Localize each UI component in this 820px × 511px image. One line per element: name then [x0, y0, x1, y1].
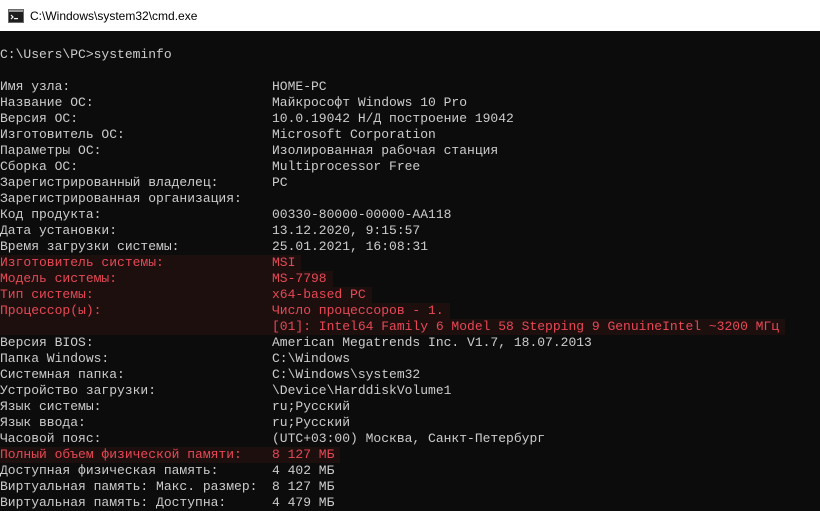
console-output[interactable]: C:\Users\PC>systeminfo Имя узла: HOME-PC Н…	[0, 31, 820, 511]
output-line: Зарегистрированный владелец: PC	[0, 175, 820, 191]
field-label: Сборка ОС:	[0, 159, 79, 174]
field-label: Зарегистрированная организация:	[0, 191, 242, 206]
output-line: Имя узла: HOME-PC	[0, 79, 820, 95]
output-line: Полный объем физической памяти: 8 127 МБ	[0, 447, 820, 463]
field-label: Тип системы:	[0, 287, 94, 302]
field-label: Виртуальная память: Макс. размер:	[0, 479, 258, 494]
field-value: 8 127 МБ	[272, 479, 335, 494]
field-label: Устройство загрузки:	[0, 383, 157, 398]
output-line: Версия ОС: 10.0.19042 Н/Д построение 1904…	[0, 111, 820, 127]
field-label: Название ОС:	[0, 95, 94, 110]
field-label: Зарегистрированный владелец:	[0, 175, 219, 190]
field-value: ru;Русский	[272, 415, 351, 430]
field-label: Имя узла:	[0, 79, 71, 94]
output-line: Модель системы: MS-7798	[0, 271, 820, 287]
field-label: Часовой пояс:	[0, 431, 102, 446]
field-value: Майкрософт Windows 10 Pro	[272, 95, 468, 110]
window-title: C:\Windows\system32\cmd.exe	[30, 8, 198, 23]
field-value: Multiprocessor Free	[272, 159, 421, 174]
field-value: C:\Windows\system32	[272, 367, 421, 382]
output-line: Параметры ОС: Изолированная рабочая станц…	[0, 143, 820, 159]
field-value: HOME-PC	[272, 79, 327, 94]
field-label: Язык системы:	[0, 399, 102, 414]
output-line: Код продукта: 00330-80000-00000-AA118	[0, 207, 820, 223]
field-value: 10.0.19042 Н/Д построение 19042	[272, 111, 514, 126]
field-label: Время загрузки системы:	[0, 239, 180, 254]
output-line: Процессор(ы): Число процессоров - 1.	[0, 303, 820, 319]
output-line: Изготовитель ОС: Microsoft Corporation	[0, 127, 820, 143]
field-label: Доступная физическая память:	[0, 463, 219, 478]
field-label: Язык ввода:	[0, 415, 86, 430]
output-line: Изготовитель системы: MSI	[0, 255, 820, 271]
output-line: Язык ввода: ru;Русский	[0, 415, 820, 431]
output-line: Название ОС: Майкрософт Windows 10 Pro	[0, 95, 820, 111]
cmd-icon	[8, 8, 24, 24]
field-value: ru;Русский	[272, 399, 351, 414]
field-value: C:\Windows	[272, 351, 351, 366]
field-label: Виртуальная память: Доступна:	[0, 495, 227, 510]
field-label: Версия ОС:	[0, 111, 79, 126]
output-line: Время загрузки системы: 25.01.2021, 16:08…	[0, 239, 820, 255]
output-line: Язык системы: ru;Русский	[0, 399, 820, 415]
field-value: 25.01.2021, 16:08:31	[272, 239, 429, 254]
field-value: MS-7798	[272, 271, 327, 286]
field-label: Дата установки:	[0, 223, 118, 238]
field-label: Папка Windows:	[0, 351, 110, 366]
field-label: Системная папка:	[0, 367, 125, 382]
output-line: Устройство загрузки: \Device\HarddiskVolu…	[0, 383, 820, 399]
field-value: Число процессоров - 1.	[272, 303, 444, 318]
output-line: Дата установки: 13.12.2020, 9:15:57	[0, 223, 820, 239]
field-label: Параметры ОС:	[0, 143, 102, 158]
field-value: 00330-80000-00000-AA118	[272, 207, 452, 222]
output-line: Часовой пояс: (UTC+03:00) Москва, Санкт-П…	[0, 431, 820, 447]
output-line: Папка Windows: C:\Windows	[0, 351, 820, 367]
field-value: [01]: Intel64 Family 6 Model 58 Stepping…	[272, 319, 780, 334]
field-value: \Device\HarddiskVolume1	[272, 383, 452, 398]
field-label: Изготовитель ОС:	[0, 127, 125, 142]
output-line: Тип системы: x64-based PC	[0, 287, 820, 303]
field-value: 4 402 МБ	[272, 463, 335, 478]
output-line: Виртуальная память: Доступна: 4 479 МБ	[0, 495, 820, 511]
field-value: American Megatrends Inc. V1.7, 18.07.201…	[272, 335, 592, 350]
output-line: Сборка ОС: Multiprocessor Free	[0, 159, 820, 175]
output-line: Версия BIOS: American Megatrends Inc. V1.…	[0, 335, 820, 351]
field-label: Полный объем физической памяти:	[0, 447, 242, 462]
output-line: Зарегистрированная организация:	[0, 191, 820, 207]
output-line: Системная папка: C:\Windows\system32	[0, 367, 820, 383]
field-label: Процессор(ы):	[0, 303, 102, 318]
field-value: x64-based PC	[272, 287, 366, 302]
field-label: Модель системы:	[0, 271, 118, 286]
cmd-window: C:\Windows\system32\cmd.exe C:\Users\PC>…	[0, 0, 820, 511]
field-value: 4 479 МБ	[272, 495, 335, 510]
field-value: 8 127 МБ	[272, 447, 335, 462]
field-value: Microsoft Corporation	[272, 127, 436, 142]
command-prompt: C:\Users\PC>systeminfo	[0, 47, 172, 62]
field-value: Изолированная рабочая станция	[272, 143, 499, 158]
field-value: PC	[272, 175, 288, 190]
title-bar[interactable]: C:\Windows\system32\cmd.exe	[0, 0, 820, 31]
output-line: [01]: Intel64 Family 6 Model 58 Stepping…	[0, 319, 820, 335]
output-line: Виртуальная память: Макс. размер: 8 127 М…	[0, 479, 820, 495]
field-value: 13.12.2020, 9:15:57	[272, 223, 421, 238]
field-value: (UTC+03:00) Москва, Санкт-Петербург	[272, 431, 546, 446]
field-value: MSI	[272, 255, 296, 270]
field-label: Код продукта:	[0, 207, 102, 222]
field-label: Версия BIOS:	[0, 335, 94, 350]
output-line: Доступная физическая память: 4 402 МБ	[0, 463, 820, 479]
systeminfo-output: Имя узла: HOME-PC Название ОС: Майкрософт W…	[0, 79, 820, 511]
field-label: Изготовитель системы:	[0, 255, 164, 270]
